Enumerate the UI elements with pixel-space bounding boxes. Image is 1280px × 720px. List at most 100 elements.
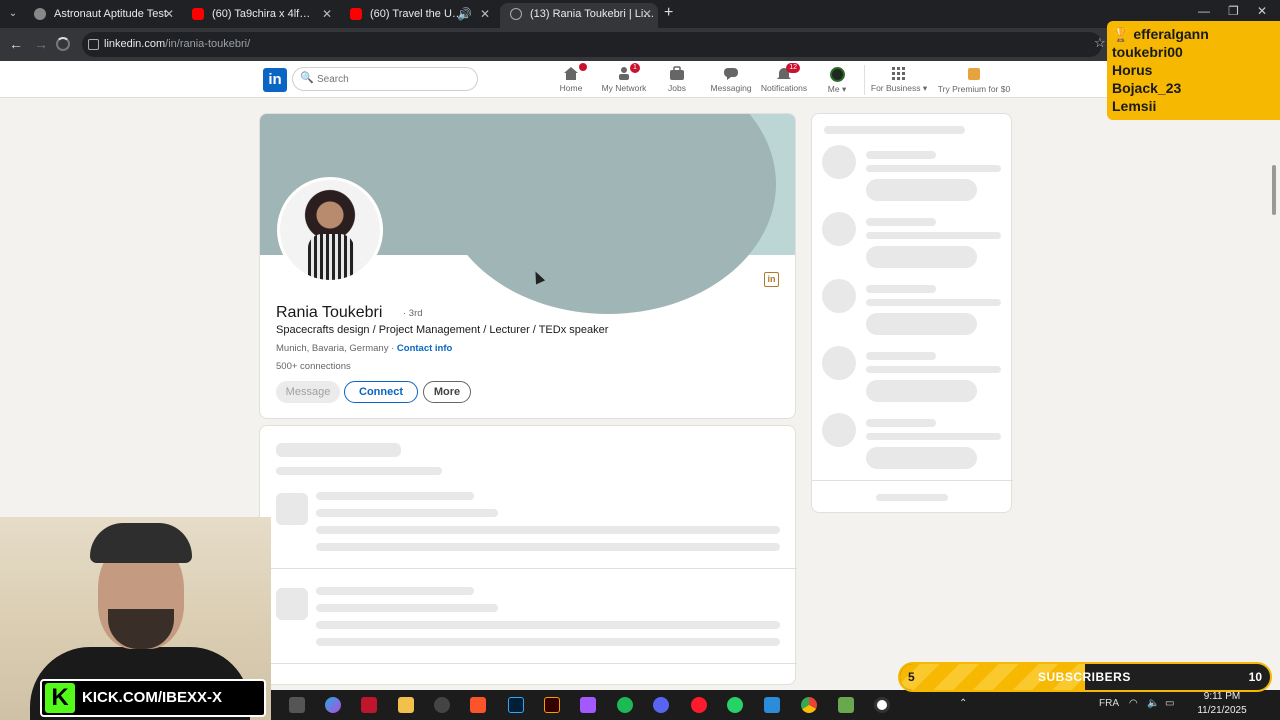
photoshop-icon[interactable] (508, 697, 524, 713)
forward-arrow-icon[interactable]: → (34, 36, 48, 52)
volume-icon[interactable]: 🔈 (1147, 698, 1159, 709)
nav-for-business[interactable]: For Business ▾ (869, 64, 929, 94)
tab-title: (60) Ta9chira x 4lfa - Astronaute (212, 8, 312, 20)
url-host: linkedin.com (104, 38, 166, 50)
tray-overflow-icon[interactable]: ⌃ (959, 698, 967, 709)
steam-icon[interactable] (434, 697, 450, 713)
brave-icon[interactable] (470, 697, 486, 713)
linkedin-header: in 🔍 Home 1 My Network Jobs Messaging 12… (0, 61, 1280, 98)
more-button[interactable]: More (423, 381, 471, 403)
battery-icon[interactable]: ▭ (1165, 698, 1174, 709)
close-icon[interactable]: ✕ (480, 3, 490, 25)
tab-search-icon[interactable]: ⌄ (4, 4, 22, 24)
connect-button[interactable]: Connect (344, 381, 418, 403)
profile-photo[interactable] (277, 177, 383, 283)
figma-icon[interactable] (580, 697, 596, 713)
task-view-icon[interactable] (289, 697, 305, 713)
browser-tab-active[interactable]: (13) Rania Toukebri | LinkedIn ✕ (500, 3, 658, 28)
site-info-icon[interactable] (88, 39, 99, 50)
avatar (829, 67, 845, 82)
nav-jobs[interactable]: Jobs (647, 64, 707, 93)
bluestacks-icon[interactable] (838, 697, 854, 713)
minimize-icon[interactable]: — (1198, 4, 1210, 18)
close-icon[interactable]: ✕ (164, 3, 174, 25)
back-arrow-icon[interactable]: ← (9, 36, 23, 52)
file-explorer-icon[interactable] (398, 697, 414, 713)
search-input[interactable] (317, 71, 467, 87)
kick-url-banner: K KICK.COM/IBEXX-X (40, 679, 266, 717)
subs-label: SUBSCRIBERS (1038, 670, 1131, 684)
loading-icon (510, 8, 522, 20)
spotify-icon[interactable] (617, 697, 633, 713)
loading-spinner-icon[interactable] (56, 37, 70, 51)
chat-line: toukebri00 (1112, 44, 1183, 60)
url-field[interactable]: linkedin.com/in/rania-toukebri/ (82, 32, 1102, 57)
browser-tab[interactable]: Astronaut Aptitude Test ✕ (24, 3, 180, 28)
stream-chat-overlay: 🏆 efferalgann toukebri00 Horus Bojack_23… (1107, 21, 1280, 120)
sidebar-loading-skeleton (811, 113, 1013, 513)
nav-label: My Network (601, 83, 647, 93)
youtube-icon (350, 8, 362, 20)
security-app-icon[interactable] (361, 697, 377, 713)
address-bar: ← → linkedin.com/in/rania-toukebri/ ☆ (0, 28, 1280, 61)
nav-try-premium[interactable]: Try Premium for $0 (936, 64, 1012, 94)
bell-icon: 12 (776, 63, 800, 81)
new-tab-icon[interactable]: + (664, 4, 673, 22)
discord-icon[interactable] (653, 697, 669, 713)
chat-line: Bojack_23 (1112, 80, 1182, 96)
nav-label: Try Premium for $0 (937, 84, 1011, 94)
profile-location-line: Munich, Bavaria, Germany · Contact info (276, 343, 452, 354)
grid-icon (891, 66, 907, 81)
contact-info-link[interactable]: Contact info (397, 343, 452, 354)
nav-notifications[interactable]: 12 Notifications (754, 63, 814, 93)
opera-icon[interactable] (691, 697, 707, 713)
profile-name: Rania Toukebri (276, 304, 383, 321)
message-button[interactable]: Message (276, 381, 340, 403)
chat-line: Lemsii (1112, 98, 1157, 114)
close-icon[interactable]: ✕ (322, 3, 332, 25)
briefcase-icon (669, 66, 685, 81)
whatsapp-icon[interactable] (727, 697, 743, 713)
premium-icon (968, 68, 980, 80)
restore-icon[interactable]: ❐ (1228, 4, 1239, 18)
illustrator-icon[interactable] (544, 697, 560, 713)
language-indicator[interactable]: FRA (1099, 698, 1119, 709)
speaker-icon[interactable]: 🔊 (457, 3, 472, 25)
browser-tab-bar: ⌄ Astronaut Aptitude Test ✕ (60) Ta9chir… (0, 0, 1280, 28)
page-scrollbar[interactable] (1268, 120, 1280, 690)
close-window-icon[interactable]: ✕ (1257, 4, 1267, 18)
search-box[interactable]: 🔍 (292, 67, 478, 91)
nav-my-network[interactable]: 1 My Network (594, 63, 654, 93)
linkedin-badge-icon[interactable]: in (764, 272, 779, 287)
close-icon[interactable]: ✕ (642, 3, 652, 25)
nav-label: Jobs (668, 83, 686, 93)
app-icon[interactable] (764, 697, 780, 713)
nav-messaging[interactable]: Messaging (701, 64, 761, 93)
scrollbar-thumb[interactable] (1272, 165, 1276, 215)
nav-me[interactable]: Me ▾ (807, 64, 867, 95)
profile-card: in Rania Toukebri · 3rd Spacecrafts desi… (259, 113, 796, 419)
wifi-icon[interactable]: ◠ (1129, 698, 1138, 709)
subscriber-goal-bar: 5 SUBSCRIBERS 10 (898, 662, 1272, 692)
chat-line: Horus (1112, 62, 1153, 78)
globe-icon (34, 8, 46, 20)
chat-icon (723, 66, 739, 81)
connection-degree: · 3rd (403, 308, 423, 319)
network-icon: 1 (616, 63, 640, 81)
nav-label: For Business (870, 83, 921, 93)
tab-title: Astronaut Aptitude Test (54, 8, 167, 20)
browser-tab[interactable]: (60) Ta9chira x 4lfa - Astronaute ✕ (182, 3, 338, 28)
nav-divider (864, 65, 865, 95)
connections-count[interactable]: 500+ connections (276, 361, 351, 372)
linkedin-logo-icon[interactable]: in (263, 68, 287, 92)
obs-icon[interactable] (874, 697, 890, 713)
trophy-icon: 🏆 (1112, 26, 1134, 42)
bookmark-star-icon[interactable]: ☆ (1094, 35, 1106, 51)
chrome-icon[interactable] (801, 697, 817, 713)
system-clock[interactable]: 9:11 PM 11/21/2025 (1192, 690, 1252, 718)
copilot-icon[interactable] (325, 697, 341, 713)
clock-time: 9:11 PM (1203, 691, 1241, 702)
browser-tab[interactable]: (60) Travel the Universe Wh 🔊 ✕ (340, 3, 496, 28)
nav-home[interactable]: Home (541, 63, 601, 93)
subs-current: 5 (908, 670, 915, 684)
